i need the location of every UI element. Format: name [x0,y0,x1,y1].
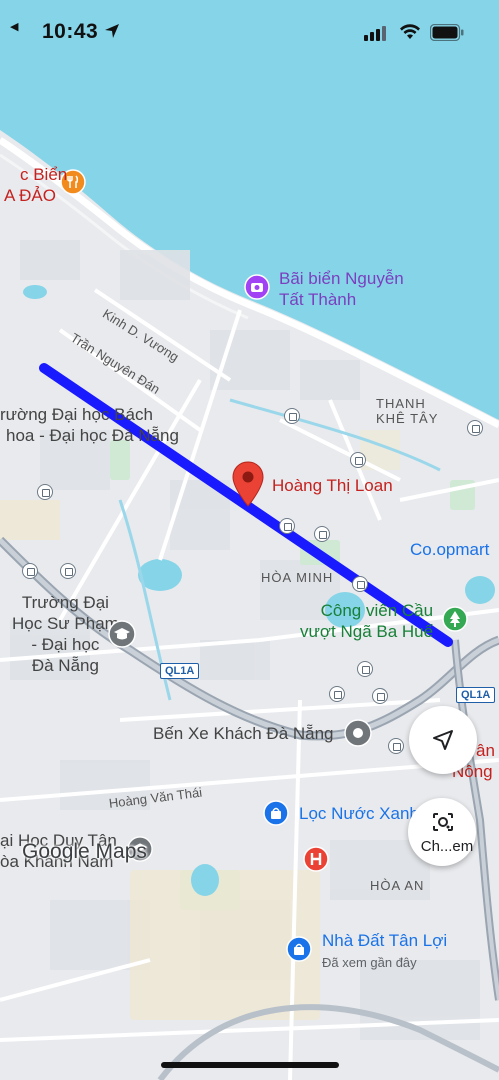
beach-nguyen-line1: Bãi biển Nguyễn [279,269,404,288]
cellular-signal-icon [364,26,386,41]
bus-stop-icon[interactable] [350,452,366,468]
bus-stop-icon[interactable] [37,484,53,500]
bus-stop-icon[interactable] [279,518,295,534]
camera-search-label: Ch...em [420,838,474,855]
location-services-icon [105,24,119,38]
thanh-khe-tay-line2: KHÊ TÂY [376,411,439,426]
my-location-button[interactable] [409,706,477,774]
graduation-cap-icon[interactable] [108,620,136,648]
camera-poi-icon[interactable] [244,274,270,300]
bus-station-pin-icon[interactable] [344,719,372,747]
bus-stop-icon[interactable] [314,526,330,542]
thanh-khe-tay-line1: THANH [376,396,426,411]
bus-stop-icon[interactable] [329,686,345,702]
status-time: 10:43 [42,20,99,43]
su-pham-line2: Học Sư Phạm [12,614,119,633]
area-thanh-khe-tay: THANH KHÊ TÂY [376,396,438,426]
area-hoa-minh: HÒA MINH [261,570,334,585]
beach-nguyen-line2: Tất Thành [279,290,357,309]
beach-top-line1: c Biển [20,165,68,184]
bus-stop-icon[interactable] [284,408,300,424]
bach-khoa-line1: rường Đại học Bách [0,405,153,424]
park-line2: vượt Ngã Ba Huế [300,622,434,641]
bus-stop-icon[interactable] [60,563,76,579]
bus-stop-icon[interactable] [388,738,404,754]
destination-label[interactable]: Hoàng Thị Loan [272,476,393,496]
park-line1: Công viên Cầu [320,601,434,620]
beach-top-line2: A ĐẢO [4,186,56,205]
highway-shield-left: QL1A [160,663,200,679]
coopmart-label[interactable]: Co.opmart [410,540,489,560]
bach-khoa-line2: hoa - Đại học Đà Nẵng [6,426,179,445]
shopping-bag-icon[interactable] [286,936,312,962]
shopping-bag-icon[interactable] [263,800,289,826]
home-indicator[interactable] [161,1062,339,1068]
google-maps-logo: Google Maps [22,840,147,863]
hospital-icon[interactable] [303,846,329,872]
park-icon[interactable] [442,606,468,632]
bus-stop-icon[interactable] [357,661,373,677]
su-pham-line4: Đà Nẵng [31,656,99,675]
area-hoa-an: HÒA AN [370,878,425,893]
highway-shield-right: QL1A [456,687,496,703]
camera-search-button[interactable]: Ch...em [408,798,476,866]
camera-lens-icon [433,813,453,831]
destination-pin-icon[interactable] [231,460,265,508]
university-su-pham-label[interactable]: Trường Đại Học Sư Phạm - Đại học Đà Nẵng [12,592,119,676]
beach-top-label[interactable]: c Biển A ĐẢO [0,164,67,206]
bus-stop-icon[interactable] [352,576,368,592]
battery-icon [430,24,464,41]
bus-stop-icon[interactable] [372,688,388,704]
wifi-icon [400,24,420,39]
navigation-arrow-icon [433,730,453,750]
su-pham-line1: Trường Đại [21,593,109,612]
beach-nguyen-label[interactable]: Bãi biển Nguyễn Tất Thành [279,268,404,310]
maps-screen: ◀ 10:43 c Biển A ĐẢO Bãi biển Nguyễn Tất… [0,0,499,1080]
su-pham-line3: - Đại học [31,635,100,654]
bus-station-label[interactable]: Bến Xe Khách Đà Nẵng [153,723,334,744]
park-label[interactable]: Công viên Cầu vượt Ngã Ba Huế [300,600,433,642]
bus-stop-icon[interactable] [467,420,483,436]
university-bach-khoa-label[interactable]: rường Đại học Bách hoa - Đại học Đà Nẵng [0,404,179,446]
viewed-recently-label: Đã xem gần đây [322,955,417,970]
real-estate-label[interactable]: Nhà Đất Tân Lợi [322,931,447,951]
back-to-app-icon[interactable]: ◀ [10,20,18,33]
bus-stop-icon[interactable] [22,563,38,579]
status-bar: ◀ 10:43 [0,0,499,58]
water-filter-label[interactable]: Lọc Nước Xanh [299,804,419,824]
